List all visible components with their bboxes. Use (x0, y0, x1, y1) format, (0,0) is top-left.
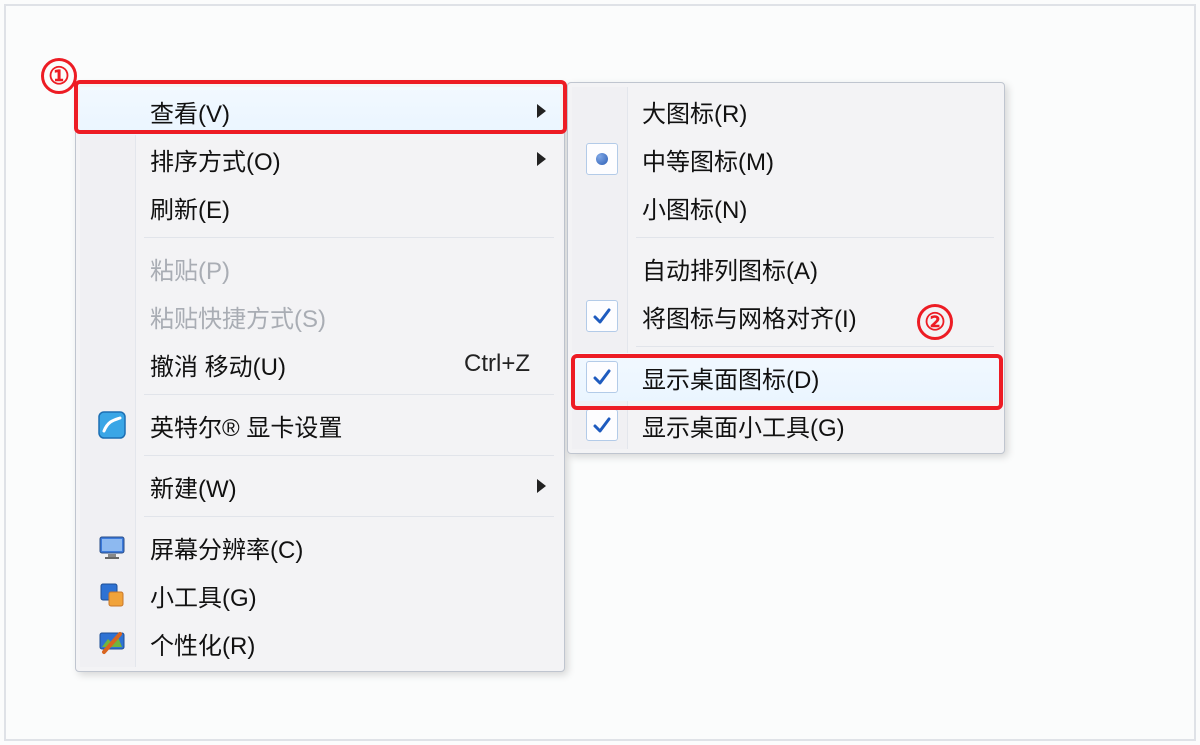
submenu-item-large-icons[interactable]: 大图标(R) (572, 87, 1000, 135)
menu-separator (144, 455, 554, 456)
menu-item-label: 粘贴(P) (150, 251, 230, 286)
menu-item-label: 大图标(R) (642, 94, 747, 129)
menu-separator (144, 237, 554, 238)
gadgets-icon (97, 580, 127, 610)
check-indicator-icon (586, 409, 618, 441)
menu-item-label: 查看(V) (150, 94, 230, 129)
menu-item-label: 英特尔® 显卡设置 (150, 408, 342, 443)
menu-separator (144, 516, 554, 517)
menu-item-label: 小图标(N) (642, 190, 747, 225)
menu-item-paste: 粘贴(P) (80, 244, 560, 292)
menu-item-paste-shortcut: 粘贴快捷方式(S) (80, 292, 560, 340)
menu-item-label: 撤消 移动(U) (150, 347, 286, 382)
menu-item-gadgets[interactable]: 小工具(G) (80, 571, 560, 619)
check-indicator-icon (586, 361, 618, 393)
menu-item-label: 小工具(G) (150, 578, 257, 613)
menu-item-label: 屏幕分辨率(C) (150, 530, 303, 565)
menu-item-resolution[interactable]: 屏幕分辨率(C) (80, 523, 560, 571)
submenu-arrow-icon (537, 479, 546, 493)
check-indicator-icon (586, 300, 618, 332)
menu-item-sort[interactable]: 排序方式(O) (80, 135, 560, 183)
intel-graphics-icon (97, 410, 127, 440)
menu-item-label: 新建(W) (150, 469, 237, 504)
menu-item-shortcut: Ctrl+Z (464, 350, 530, 378)
personalize-icon (97, 628, 127, 658)
submenu-item-show-gadgets[interactable]: 显示桌面小工具(G) (572, 401, 1000, 449)
menu-item-personalize[interactable]: 个性化(R) (80, 619, 560, 667)
menu-separator (144, 394, 554, 395)
callout-badge-2: ② (917, 304, 953, 340)
menu-item-intel-graphics[interactable]: 英特尔® 显卡设置 (80, 401, 560, 449)
menu-item-label: 显示桌面图标(D) (642, 360, 819, 395)
menu-item-label: 中等图标(M) (642, 142, 774, 177)
menu-separator (636, 346, 994, 347)
callout-badge-1: ① (41, 58, 77, 94)
menu-item-undo[interactable]: 撤消 移动(U) Ctrl+Z (80, 340, 560, 388)
desktop-context-menu: 查看(V) 排序方式(O) 刷新(E) 粘贴(P) 粘贴快捷方式(S) 撤消 移… (75, 82, 565, 672)
radio-indicator-icon (586, 143, 618, 175)
menu-item-label: 自动排列图标(A) (642, 251, 818, 286)
menu-item-new[interactable]: 新建(W) (80, 462, 560, 510)
submenu-item-auto-arrange[interactable]: 自动排列图标(A) (572, 244, 1000, 292)
submenu-arrow-icon (537, 152, 546, 166)
menu-separator (636, 237, 994, 238)
submenu-item-medium-icons[interactable]: 中等图标(M) (572, 135, 1000, 183)
view-submenu: 大图标(R) 中等图标(M) 小图标(N) 自动排列图标(A) 将图标与网格对齐… (567, 82, 1005, 454)
menu-item-label: 排序方式(O) (150, 142, 281, 177)
monitor-icon (97, 532, 127, 562)
submenu-item-show-desktop-icons[interactable]: 显示桌面图标(D) (572, 353, 1000, 401)
menu-item-label: 将图标与网格对齐(I) (642, 299, 857, 334)
submenu-arrow-icon (537, 104, 546, 118)
menu-item-label: 显示桌面小工具(G) (642, 408, 845, 443)
submenu-item-small-icons[interactable]: 小图标(N) (572, 183, 1000, 231)
menu-item-view[interactable]: 查看(V) (80, 87, 560, 135)
menu-item-label: 刷新(E) (150, 190, 230, 225)
menu-item-label: 个性化(R) (150, 626, 255, 661)
menu-item-refresh[interactable]: 刷新(E) (80, 183, 560, 231)
menu-item-label: 粘贴快捷方式(S) (150, 299, 326, 334)
